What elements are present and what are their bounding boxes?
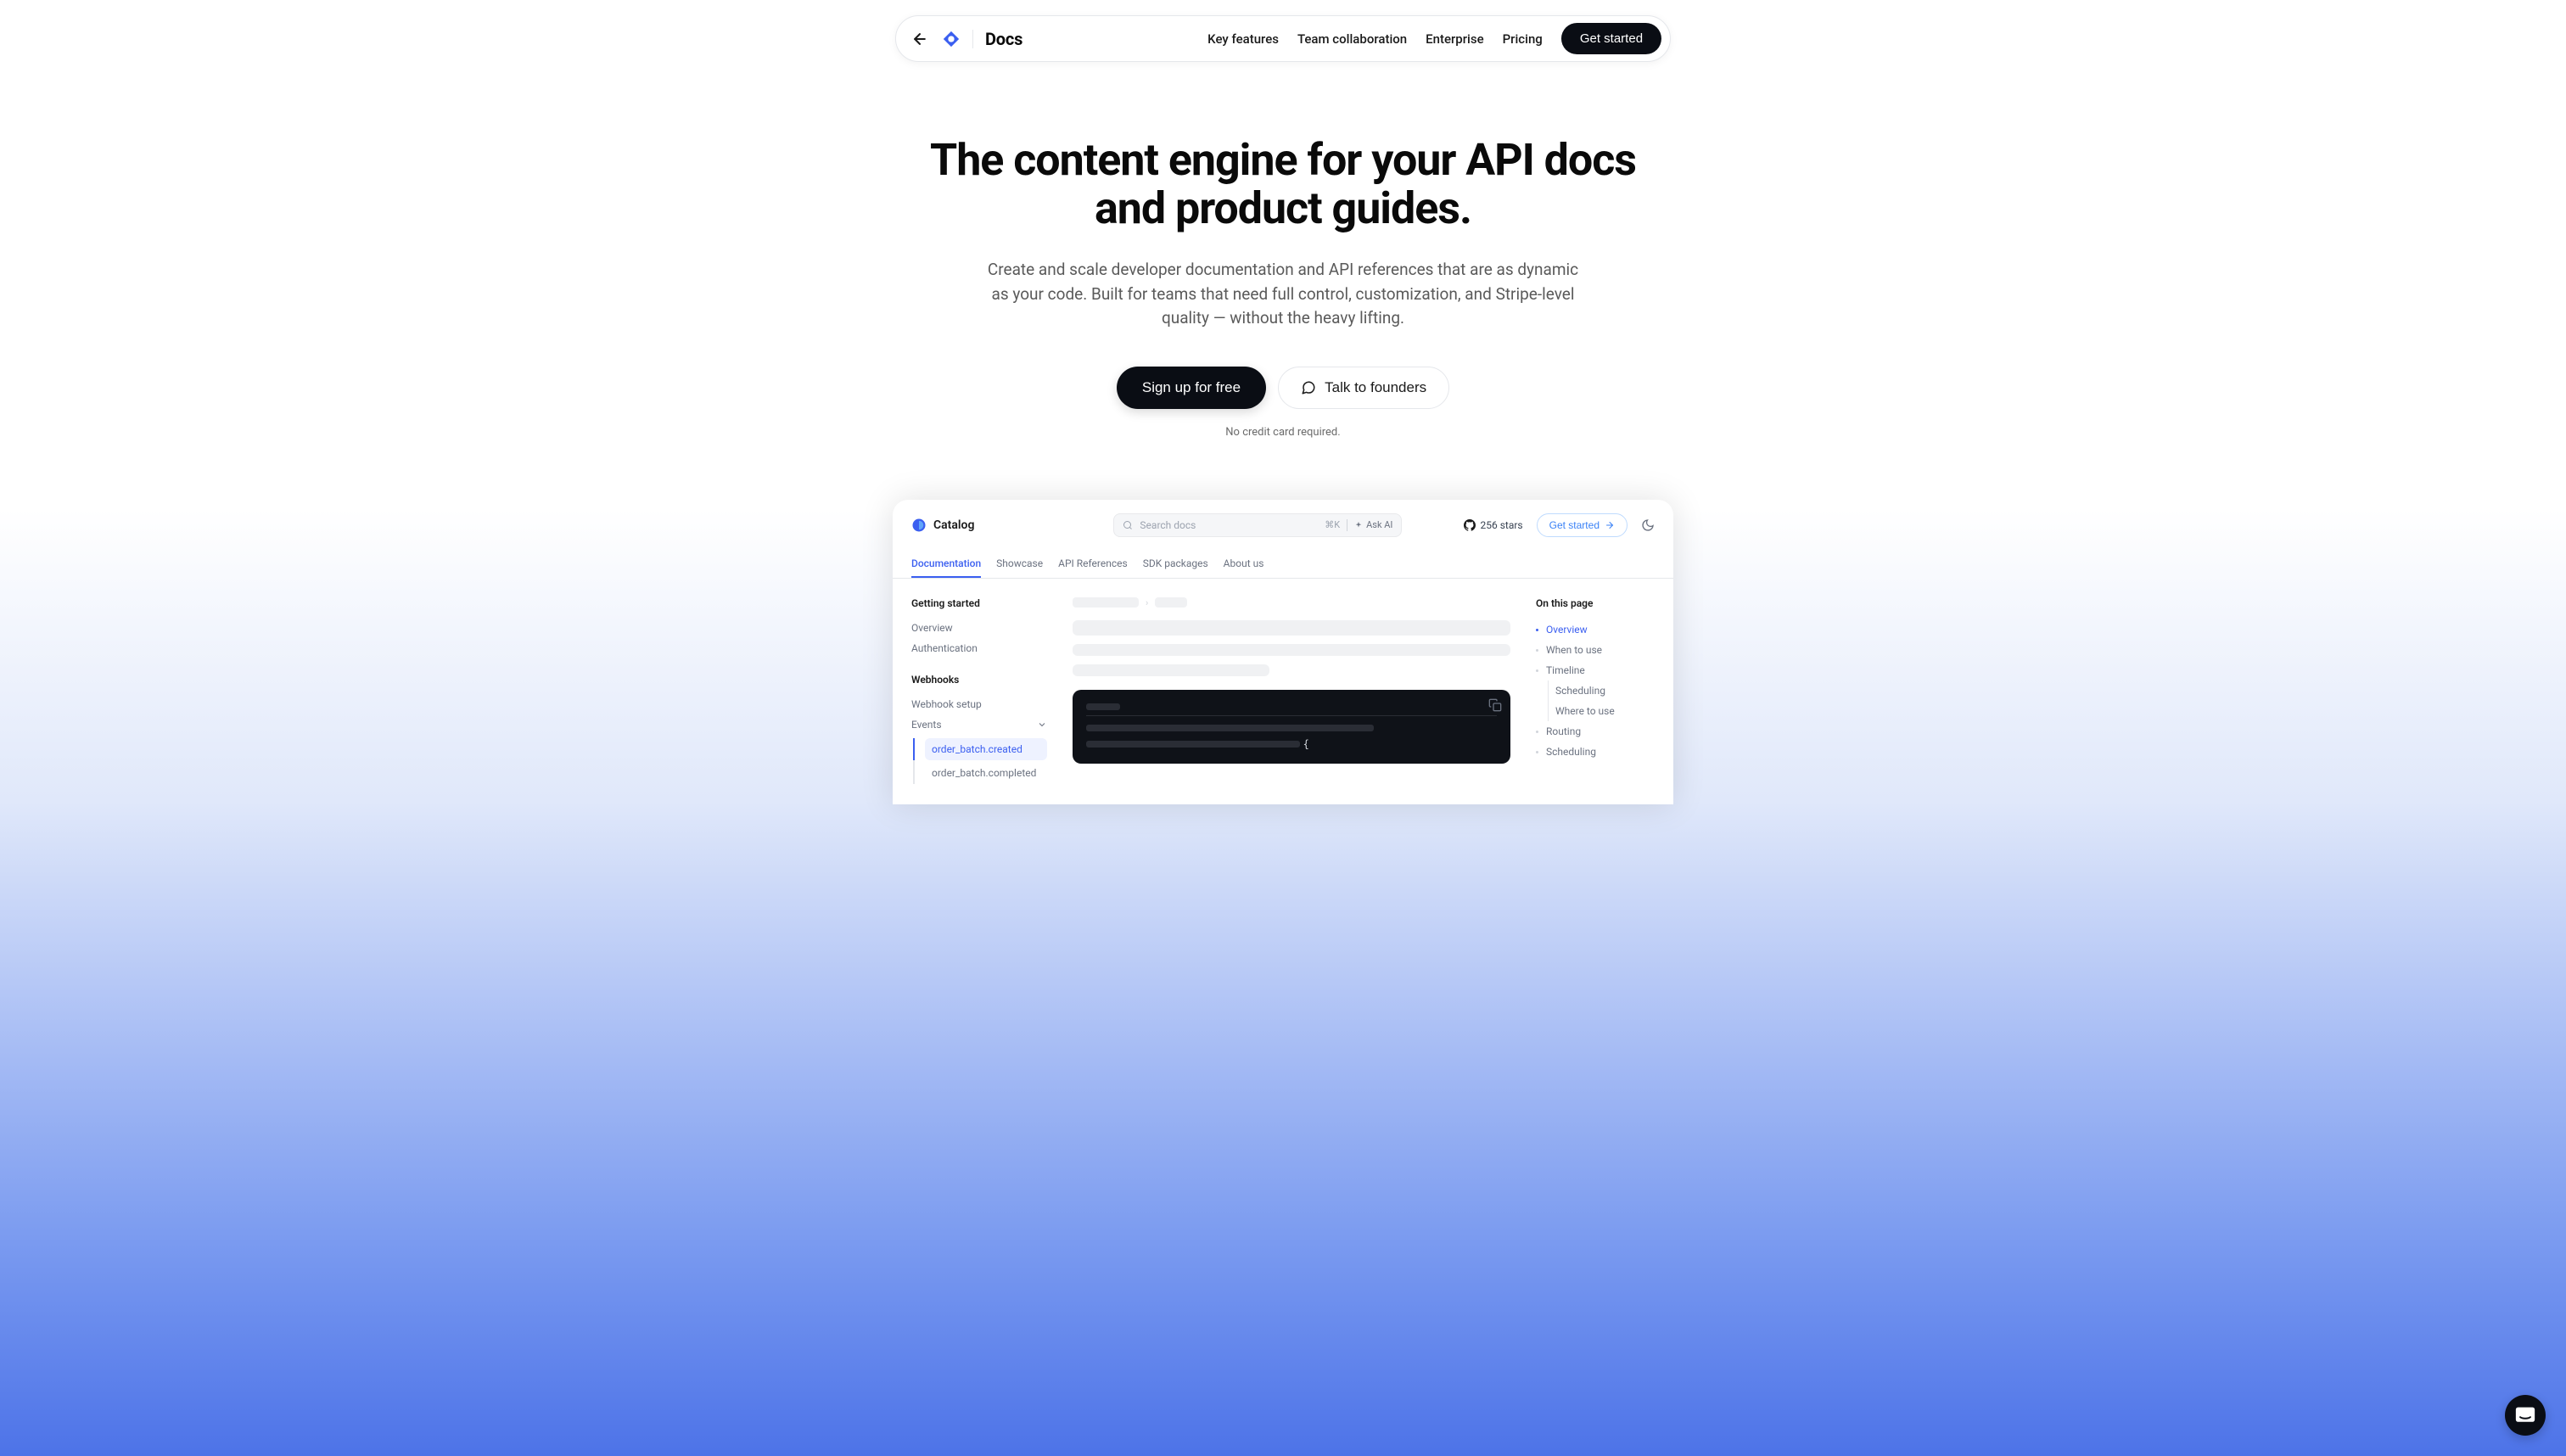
nav-link-collaboration[interactable]: Team collaboration	[1297, 31, 1407, 47]
toc-item-scheduling[interactable]: Scheduling	[1555, 680, 1655, 701]
preview-search[interactable]: Search docs ⌘K Ask AI	[1113, 513, 1402, 537]
product-preview: Catalog Search docs ⌘K Ask AI 256 stars …	[893, 500, 1673, 804]
nav-link-enterprise[interactable]: Enterprise	[1426, 31, 1483, 47]
code-block: {	[1073, 690, 1510, 764]
sidebar-heading-webhooks: Webhooks	[911, 674, 1047, 686]
sidebar-heading-getting-started: Getting started	[911, 597, 1047, 609]
nav-link-features[interactable]: Key features	[1207, 31, 1279, 47]
sidebar-item-order-batch-completed[interactable]: order_batch.completed	[925, 762, 1047, 784]
talk-to-founders-button[interactable]: Talk to founders	[1278, 367, 1449, 409]
back-arrow-icon[interactable]	[911, 31, 928, 48]
tab-documentation[interactable]: Documentation	[911, 551, 981, 578]
skeleton	[1155, 597, 1187, 608]
nav-divider	[972, 30, 973, 48]
preview-header-right: 256 stars Get started	[1464, 513, 1656, 537]
skeleton	[1073, 620, 1510, 636]
toc-item-when-to-use[interactable]: When to use	[1536, 640, 1655, 660]
breadcrumb-separator: ›	[1146, 597, 1148, 608]
skeleton	[1073, 664, 1269, 676]
nav-get-started-button[interactable]: Get started	[1561, 23, 1661, 54]
brand-name: Docs	[985, 29, 1022, 49]
logo-icon[interactable]	[942, 30, 961, 48]
hero-subtitle: Create and scale developer documentation…	[978, 258, 1588, 331]
code-brace: {	[1303, 738, 1309, 750]
preview-body: Getting started Overview Authentication …	[893, 579, 1673, 804]
code-tab	[1086, 703, 1497, 716]
chevron-down-icon	[1037, 720, 1047, 730]
chat-launcher-button[interactable]	[2505, 1395, 2546, 1436]
search-placeholder: Search docs	[1140, 519, 1318, 531]
skeleton	[1086, 703, 1120, 710]
hero-note: No credit card required.	[17, 426, 2549, 439]
preview-main-content: › {	[1073, 597, 1510, 786]
sidebar-nested-events: order_batch.created order_batch.complete…	[913, 738, 1047, 784]
dark-mode-toggle-icon[interactable]	[1641, 518, 1655, 532]
skeleton	[1073, 597, 1139, 608]
tab-api-references[interactable]: API References	[1058, 551, 1128, 578]
skeleton	[1086, 741, 1300, 748]
sidebar-item-overview[interactable]: Overview	[911, 618, 1047, 638]
sidebar-item-events[interactable]: Events	[911, 714, 1047, 735]
github-stars[interactable]: 256 stars	[1464, 519, 1523, 531]
chat-icon	[1301, 380, 1316, 395]
preview-sidebar: Getting started Overview Authentication …	[911, 597, 1047, 786]
tab-showcase[interactable]: Showcase	[996, 551, 1043, 578]
toc-item-routing[interactable]: Routing	[1536, 721, 1655, 742]
preview-brand: Catalog	[933, 518, 974, 532]
stars-count: 256 stars	[1481, 519, 1523, 531]
preview-tabs: Documentation Showcase API References SD…	[893, 551, 1673, 579]
search-kbd: ⌘K	[1325, 519, 1340, 530]
github-icon	[1464, 519, 1476, 531]
sparkle-icon	[1354, 521, 1363, 529]
talk-to-founders-label: Talk to founders	[1325, 379, 1426, 396]
ask-ai-button[interactable]: Ask AI	[1354, 519, 1392, 530]
toc-item-where-to-use[interactable]: Where to use	[1555, 701, 1655, 721]
copy-icon[interactable]	[1488, 698, 1502, 712]
hero-buttons: Sign up for free Talk to founders	[17, 367, 2549, 409]
arrow-right-icon	[1605, 520, 1615, 530]
ask-ai-label: Ask AI	[1366, 519, 1392, 530]
tab-about-us[interactable]: About us	[1224, 551, 1264, 578]
toc-nested: Scheduling Where to use	[1548, 680, 1655, 721]
skeleton	[1086, 725, 1374, 731]
sidebar-item-order-batch-created[interactable]: order_batch.created	[925, 738, 1047, 760]
preview-get-started-button[interactable]: Get started	[1537, 513, 1628, 537]
toc-item-timeline[interactable]: Timeline	[1536, 660, 1655, 680]
hero-section: The content engine for your API docs and…	[0, 0, 2566, 439]
skeleton	[1073, 644, 1510, 656]
tab-sdk-packages[interactable]: SDK packages	[1143, 551, 1208, 578]
preview-toc: On this page Overview When to use Timeli…	[1536, 597, 1655, 786]
sidebar-item-webhook-setup[interactable]: Webhook setup	[911, 694, 1047, 714]
intercom-icon	[2515, 1405, 2535, 1425]
nav-links: Key features Team collaboration Enterpri…	[1207, 23, 1661, 54]
toc-item-overview[interactable]: Overview	[1536, 619, 1655, 640]
events-label: Events	[911, 719, 942, 731]
nav-left-group: Docs	[911, 29, 1022, 49]
sidebar-item-authentication[interactable]: Authentication	[911, 638, 1047, 658]
preview-logo-icon	[911, 518, 927, 533]
top-navigation: Docs Key features Team collaboration Ent…	[895, 15, 1671, 62]
preview-header: Catalog Search docs ⌘K Ask AI 256 stars …	[893, 500, 1673, 551]
signup-button[interactable]: Sign up for free	[1117, 367, 1266, 409]
toc-heading: On this page	[1536, 597, 1655, 609]
search-icon	[1123, 520, 1133, 530]
breadcrumb-skeleton: ›	[1073, 597, 1510, 608]
hero-title: The content engine for your API docs and…	[901, 136, 1665, 232]
preview-cta-label: Get started	[1549, 519, 1600, 531]
nav-link-pricing[interactable]: Pricing	[1503, 31, 1543, 47]
toc-item-scheduling2[interactable]: Scheduling	[1536, 742, 1655, 762]
